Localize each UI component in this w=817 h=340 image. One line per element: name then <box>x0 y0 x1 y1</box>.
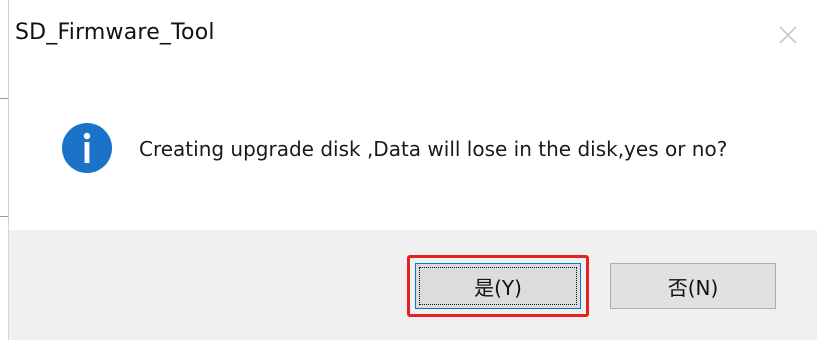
yes-button-label: 是(Y) <box>474 275 522 300</box>
close-icon <box>779 26 797 44</box>
dialog-message: Creating upgrade disk ,Data will lose in… <box>139 137 728 161</box>
close-button[interactable] <box>767 14 809 56</box>
background-window-edge <box>0 0 9 340</box>
yes-button[interactable]: 是(Y) <box>415 263 581 309</box>
info-icon <box>62 123 112 173</box>
window-title: SD_Firmware_Tool <box>15 20 215 45</box>
edge-mark <box>0 216 8 217</box>
no-button[interactable]: 否(N) <box>610 263 776 309</box>
title-bar[interactable]: SD_Firmware_Tool <box>9 0 817 70</box>
edge-mark <box>0 98 8 99</box>
screenshot-canvas: SD_Firmware_Tool Creating upgrade disk ,… <box>0 0 817 340</box>
button-bar: 是(Y) 否(N) <box>9 230 817 340</box>
no-button-label: 否(N) <box>667 275 719 300</box>
message-dialog: SD_Firmware_Tool Creating upgrade disk ,… <box>9 0 817 340</box>
dialog-content: Creating upgrade disk ,Data will lose in… <box>9 70 817 230</box>
